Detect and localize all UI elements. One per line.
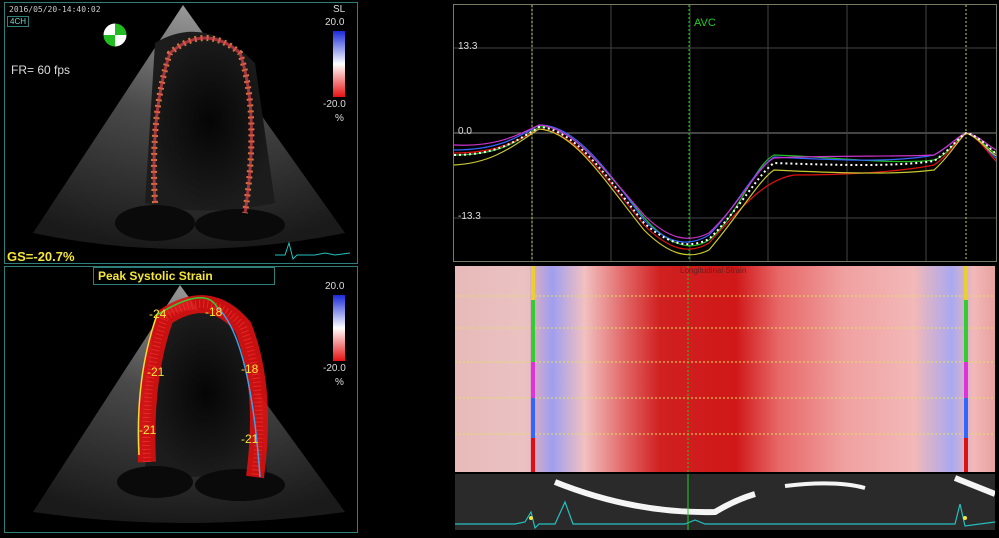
ecg-marker-start [529,516,533,520]
ecg-marker-end [963,516,967,520]
avc-event-label: AVC [694,17,716,29]
scale-min-label: -20.0 [323,99,346,110]
y-tick-13-3: 13.3 [458,41,478,52]
strain-color-map[interactable]: Longitudinal Strain [455,266,995,472]
segment-strain-mid-lateral: -18 [241,362,259,376]
global-strain-value: GS=-20.7% [7,249,75,264]
strain-curve-graph[interactable]: 13.3 0.0 -13.3 AVC [453,4,997,262]
strain-color-scale [333,31,345,97]
segment-strain-base-septal: -21 [139,423,157,437]
strain-curve-plot [454,5,996,261]
scale-unit-label: % [335,377,344,388]
peak-systolic-title: Peak Systolic Strain [93,267,275,285]
strain-map-image [455,266,995,472]
frame-rate: FR= 60 fps [11,63,71,77]
scale-unit-label: % [335,113,344,124]
segment-strain-mid-septal: -21 [147,365,165,379]
scale-max-label: 20.0 [325,281,345,292]
peak-strain-panel[interactable]: Peak Systolic Strain -24 -18 -21 -18 -21… [4,266,358,533]
scale-min-label: -20.0 [323,363,346,374]
y-tick-minus-13-3: -13.3 [458,211,481,222]
mmode-strip[interactable] [455,474,995,530]
strain-color-scale [333,295,345,361]
echo-4ch-panel[interactable]: 2016/05/20-14:40:02 4CH FR= 60 fps SL 20… [4,2,358,264]
echo-ultrasound-image [33,5,351,260]
ecg-trace [275,241,351,260]
segment-strain-apical-lateral: -18 [205,305,223,319]
mmode-image [455,474,995,530]
scale-max-label: 20.0 [325,17,345,28]
peak-strain-image [33,285,345,523]
timestamp: 2016/05/20-14:40:02 [9,5,101,14]
orientation-icon [102,22,128,48]
segment-strain-basal-septal: -24 [149,307,167,321]
y-tick-0: 0.0 [458,126,472,137]
segment-strain-base-lateral: -21 [241,432,259,446]
view-label: 4CH [7,16,30,27]
strain-map-title: Longitudinal Strain [680,266,747,275]
mode-label: SL [333,4,346,15]
